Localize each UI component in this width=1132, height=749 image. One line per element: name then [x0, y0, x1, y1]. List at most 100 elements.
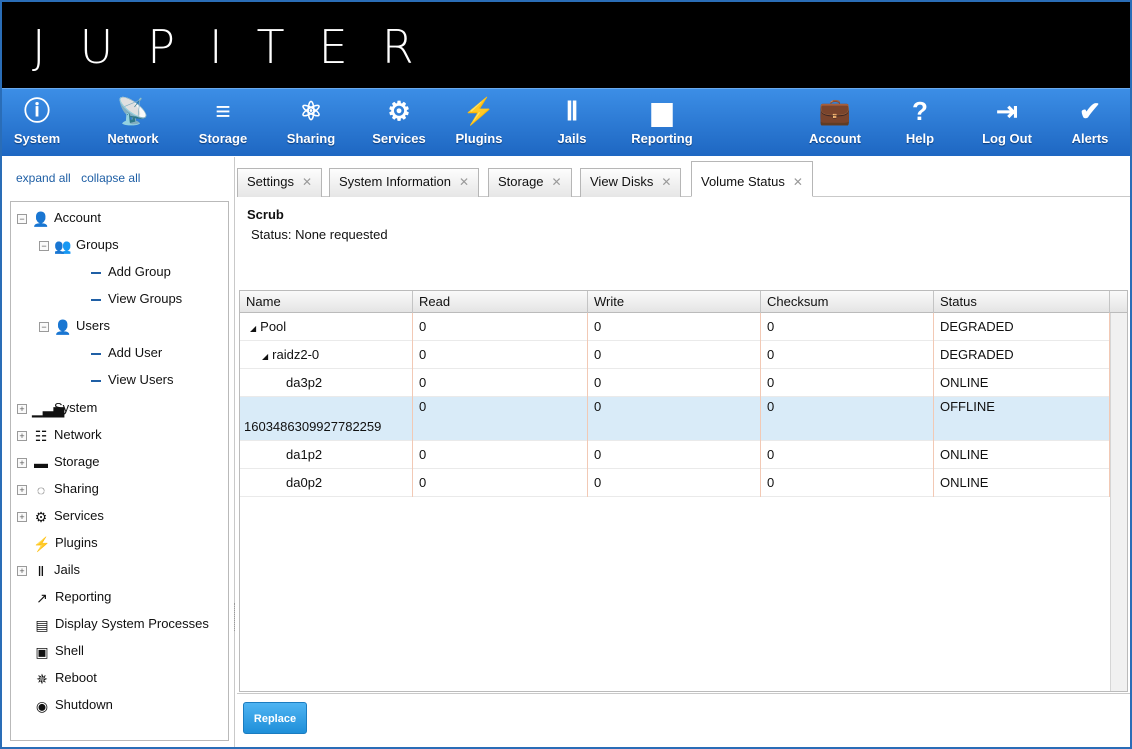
table-row[interactable]: da0p2 0 0 0 ONLINE	[240, 469, 1110, 497]
name-cell: ◢ raidz2-0	[240, 341, 413, 369]
name-cell: ◢ Pool	[240, 313, 413, 341]
checksum-cell: 0	[761, 313, 934, 341]
collapse-toggle-icon[interactable]: −	[17, 213, 27, 224]
table-row[interactable]: da1p2 0 0 0 ONLINE	[240, 441, 1110, 469]
nav-account[interactable]: 💼 Account	[802, 89, 868, 157]
tab-storage[interactable]: Storage ✕	[488, 168, 572, 197]
sharing-icon: ⚛	[299, 96, 323, 126]
replace-button[interactable]: Replace	[243, 702, 307, 734]
tree-item-users[interactable]: − 👤 Users	[39, 315, 110, 337]
expand-toggle-icon[interactable]: +	[17, 403, 27, 414]
nav-alerts[interactable]: ✔ Alerts	[1064, 89, 1116, 157]
close-icon[interactable]: ✕	[552, 175, 562, 189]
collapse-all-link[interactable]: collapse all	[81, 171, 140, 185]
nav-sharing[interactable]: ⚛ Sharing	[278, 89, 344, 157]
sidebar-resize-handle[interactable]	[234, 603, 236, 631]
expand-toggle-icon[interactable]: +	[17, 484, 27, 495]
tree-item-plugins[interactable]: ⚡ Plugins	[33, 532, 97, 554]
grid-header: Name Read Write Checksum Status	[240, 291, 1127, 313]
tab-system-information[interactable]: System Information ✕	[329, 168, 480, 197]
table-row[interactable]: ◢ Pool 0 0 0 DEGRADED	[240, 313, 1110, 341]
column-header-read[interactable]: Read	[413, 291, 588, 313]
tree-item-groups[interactable]: − 👥 Groups	[39, 234, 119, 256]
nav-logout[interactable]: ⇥ Log Out	[976, 89, 1038, 157]
close-icon[interactable]: ✕	[302, 175, 312, 189]
tree-item-add-group[interactable]: Add Group	[91, 261, 171, 283]
tree-item-reboot[interactable]: ✵ Reboot	[33, 667, 97, 689]
expand-toggle-icon[interactable]: +	[17, 430, 27, 441]
collapse-toggle-icon[interactable]: −	[39, 321, 49, 332]
jails-icon: Ⅱ	[37, 562, 45, 579]
brand-title: JUPITER	[32, 20, 448, 74]
tree-item-jails[interactable]: + Ⅱ Jails	[17, 559, 80, 581]
status-cell: DEGRADED	[934, 313, 1110, 341]
bar-chart-icon: ▆	[652, 96, 672, 126]
tree-item-reporting[interactable]: ↗ Reporting	[33, 586, 111, 608]
nav-reporting[interactable]: ▆ Reporting	[622, 89, 702, 157]
column-header-write[interactable]: Write	[588, 291, 761, 313]
grid-scrollbar[interactable]	[1110, 313, 1127, 691]
tree-item-add-user[interactable]: Add User	[91, 342, 162, 364]
tree-item-account[interactable]: − 👤 Account	[17, 207, 101, 229]
user-icon: 👤	[32, 210, 50, 227]
expand-all-link[interactable]: expand all	[16, 171, 71, 185]
system-chart-icon: ▁▃▅	[32, 400, 65, 417]
expand-toggle-icon[interactable]: +	[17, 457, 27, 468]
column-header-checksum[interactable]: Checksum	[761, 291, 934, 313]
close-icon[interactable]: ✕	[661, 175, 671, 189]
close-icon[interactable]: ✕	[459, 175, 469, 189]
column-header-name[interactable]: Name	[240, 291, 413, 313]
write-cell: 0	[588, 313, 761, 341]
navigation-tree: − 👤 Account − 👥 Groups Add Group View Groups…	[10, 201, 229, 741]
sidebar: expand all collapse all − 👤 Account − 👥 Grou…	[2, 157, 235, 747]
expand-toggle-icon[interactable]: +	[17, 565, 27, 576]
table-row-selected[interactable]: 1603486309927782259 0 0 0 OFFLINE	[240, 397, 1110, 441]
write-cell: 0	[588, 397, 761, 441]
nav-plugins[interactable]: ⚡ Plugins	[450, 89, 508, 157]
network-icon: ☷	[34, 427, 48, 444]
nav-storage[interactable]: ≡ Storage	[192, 89, 254, 157]
checksum-cell: 0	[761, 441, 934, 469]
read-cell: 0	[413, 397, 588, 441]
tree-item-sharing[interactable]: + ◌ Sharing	[17, 478, 99, 500]
name-cell: 1603486309927782259	[240, 397, 413, 441]
expander-icon[interactable]: ◢	[250, 324, 256, 333]
tree-item-view-groups[interactable]: View Groups	[91, 288, 182, 310]
tree-item-view-users[interactable]: View Users	[91, 369, 174, 391]
tree-item-shutdown[interactable]: ◉ Shutdown	[33, 694, 113, 716]
nav-services[interactable]: ⚙ Services	[364, 89, 434, 157]
nav-help[interactable]: ? Help	[898, 89, 942, 157]
checksum-cell: 0	[761, 397, 934, 441]
tree-controls: expand all collapse all	[16, 171, 147, 185]
read-cell: 0	[413, 369, 588, 397]
check-icon: ✔	[1079, 96, 1101, 126]
checksum-cell: 0	[761, 369, 934, 397]
tab-volume-status[interactable]: Volume Status ✕	[691, 161, 813, 197]
table-row[interactable]: da3p2 0 0 0 ONLINE	[240, 369, 1110, 397]
shutdown-icon: ◉	[35, 697, 49, 714]
tree-item-storage[interactable]: + ▬ Storage	[17, 451, 100, 473]
table-row[interactable]: ◢ raidz2-0 0 0 0 DEGRADED	[240, 341, 1110, 369]
expander-icon[interactable]: ◢	[262, 352, 268, 361]
tab-view-disks[interactable]: View Disks ✕	[580, 168, 682, 197]
tree-item-system[interactable]: + ▁▃▅System	[17, 397, 97, 419]
tree-item-services[interactable]: + ⚙ Services	[17, 505, 104, 527]
scrub-heading: Scrub	[247, 207, 284, 222]
status-cell: ONLINE	[934, 469, 1110, 497]
nav-network[interactable]: 📡 Network	[100, 89, 166, 157]
name-cell: da3p2	[240, 369, 413, 397]
dash-icon	[91, 271, 101, 274]
expand-toggle-icon[interactable]: +	[17, 511, 27, 522]
tree-item-display-system-processes[interactable]: ▤ Display System Processes	[33, 613, 209, 635]
collapse-toggle-icon[interactable]: −	[39, 240, 49, 251]
tree-item-shell[interactable]: ▣ Shell	[33, 640, 84, 662]
lightning-icon: ⚡	[462, 96, 496, 126]
nav-system[interactable]: ⓘ System	[8, 89, 66, 157]
name-cell: da1p2	[240, 441, 413, 469]
gears-icon: ⚙	[34, 508, 48, 525]
tree-item-network[interactable]: + ☷ Network	[17, 424, 102, 446]
column-header-status[interactable]: Status	[934, 291, 1110, 313]
nav-jails[interactable]: Ⅱ Jails	[550, 89, 594, 157]
close-icon[interactable]: ✕	[793, 175, 803, 189]
tab-settings[interactable]: Settings ✕	[237, 168, 323, 197]
